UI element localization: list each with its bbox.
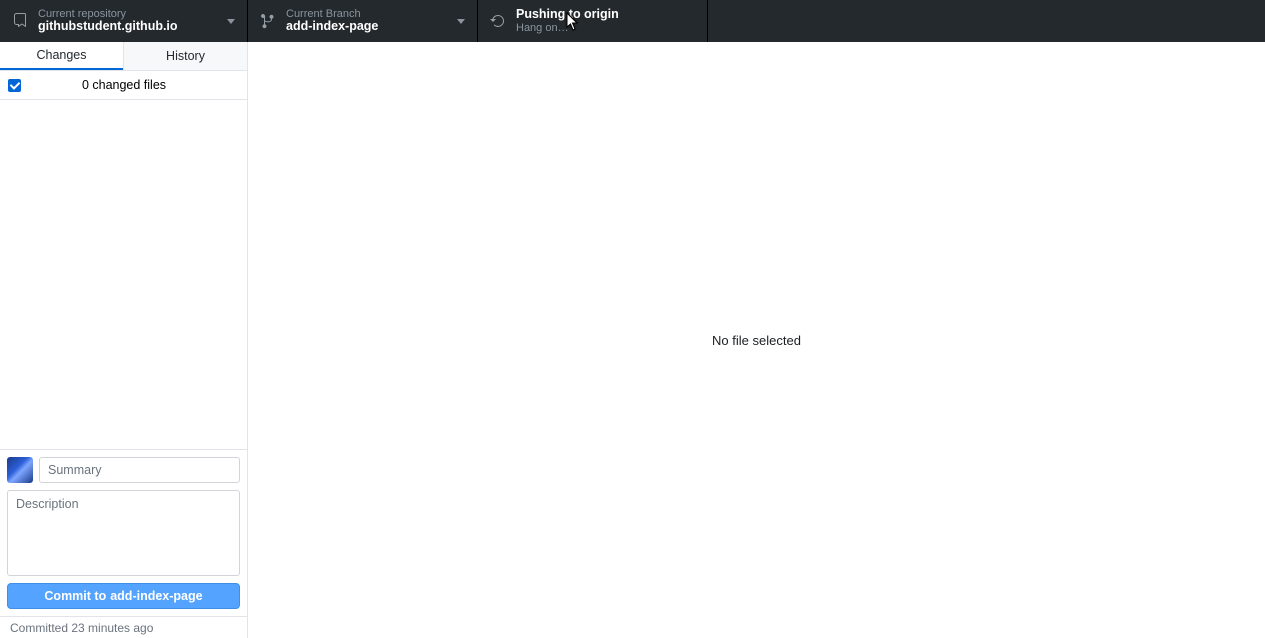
- top-toolbar: Current repository githubstudent.github.…: [0, 0, 1265, 42]
- last-commit-row[interactable]: Committed 23 minutes ago: [0, 616, 247, 638]
- select-all-checkbox[interactable]: [8, 79, 21, 92]
- repo-selector[interactable]: Current repository githubstudent.github.…: [0, 0, 248, 42]
- commit-form: Commit to add-index-page: [0, 449, 247, 616]
- push-title: Pushing to origin: [516, 8, 619, 22]
- tab-changes[interactable]: Changes: [0, 42, 123, 70]
- main-panel: No file selected: [248, 42, 1265, 638]
- sync-icon: [490, 13, 506, 29]
- git-branch-icon: [260, 13, 276, 29]
- changes-header: 0 changed files: [0, 71, 247, 100]
- last-commit-text: Committed 23 minutes ago: [10, 621, 153, 635]
- repo-name: githubstudent.github.io: [38, 20, 178, 34]
- sidebar-tabs: Changes History: [0, 42, 247, 71]
- push-button[interactable]: Pushing to origin Hang on…: [478, 0, 708, 42]
- commit-summary-input[interactable]: [39, 457, 240, 483]
- file-list: [0, 100, 247, 449]
- sidebar: Changes History 0 changed files Commit t…: [0, 42, 248, 638]
- changed-files-count: 0 changed files: [9, 78, 239, 92]
- repo-label: Current repository: [38, 8, 178, 20]
- tab-history[interactable]: History: [123, 42, 247, 70]
- chevron-down-icon: [457, 19, 465, 24]
- commit-description-input[interactable]: [7, 490, 240, 576]
- commit-button-branch: add-index-page: [110, 589, 202, 603]
- branch-label: Current Branch: [286, 8, 378, 20]
- branch-name: add-index-page: [286, 20, 378, 34]
- avatar: [7, 457, 33, 483]
- chevron-down-icon: [227, 19, 235, 24]
- push-status: Hang on…: [516, 22, 619, 34]
- branch-selector[interactable]: Current Branch add-index-page: [248, 0, 478, 42]
- repo-icon: [12, 13, 28, 29]
- commit-button-prefix: Commit to: [44, 589, 106, 603]
- empty-state-text: No file selected: [712, 333, 801, 348]
- commit-button[interactable]: Commit to add-index-page: [7, 583, 240, 609]
